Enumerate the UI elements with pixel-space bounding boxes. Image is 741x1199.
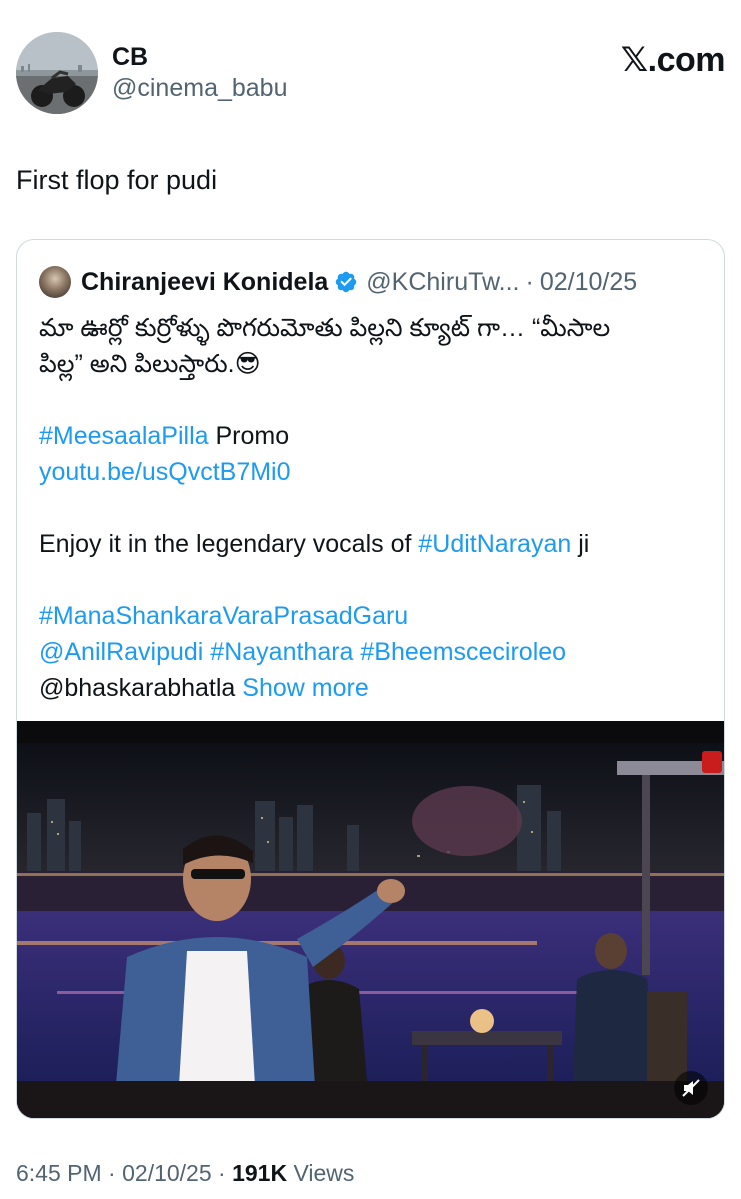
quoted-author-handle[interactable]: @KChiruTw... [366, 268, 519, 297]
author-avatar[interactable] [16, 32, 98, 114]
volume-muted-icon[interactable] [674, 1071, 708, 1105]
quoted-tweet-body: మా ఊర్లో కుర్రోళ్ళు పొగరుమోతు పిల్లని క్… [39, 310, 709, 706]
quoted-author-avatar[interactable] [39, 266, 71, 298]
verified-badge-icon [336, 271, 357, 293]
sunglasses-emoji-icon: 😎 [234, 350, 261, 378]
enjoy-suffix: ji [571, 530, 590, 558]
video-thumbnail[interactable] [17, 721, 724, 1118]
tweet-time[interactable]: 6:45 PM [16, 1160, 102, 1186]
meta-separator: · [101, 1160, 123, 1186]
telugu-line-2: పిల్ల” అని పిలుస్తారు. [39, 350, 235, 378]
hashtag-meesaala-pilla[interactable]: #MeesaalaPilla [39, 422, 209, 450]
views-label: Views [287, 1160, 355, 1186]
quoted-tweet-header: Chiranjeevi Konidela @KChiruTw... · 02/1… [39, 266, 637, 298]
quoted-tweet-card[interactable]: Chiranjeevi Konidela @KChiruTw... · 02/1… [16, 239, 725, 1119]
mention-bhaskarabhatla[interactable]: @bhaskarabhatla [39, 674, 235, 702]
tweet-header: CB @cinema_babu 𝕏.com [16, 32, 726, 116]
telugu-line-1: మా ఊర్లో కుర్రోళ్ళు పొగరుమోతు పిల్లని క్… [39, 314, 611, 342]
hashtag-mana-shankara[interactable]: #ManaShankaraVaraPrasadGaru [39, 602, 408, 630]
tweet-metadata: 6:45 PM · 02/10/25 · 191K Views [16, 1160, 354, 1187]
x-logo-icon: 𝕏 [620, 40, 648, 80]
hashtag-bheems[interactable]: #Bheemsceciroleo [360, 638, 566, 666]
x-com-logo: 𝕏.com [620, 40, 726, 80]
meta-separator: · [211, 1160, 233, 1186]
quoted-author-name[interactable]: Chiranjeevi Konidela [81, 268, 328, 297]
hashtag-nayanthara[interactable]: #Nayanthara [210, 638, 353, 666]
video-frame [17, 721, 724, 1118]
mention-anil-ravipudi[interactable]: @AnilRavipudi [39, 638, 203, 666]
hashtag-udit-narayan[interactable]: #UditNarayan [418, 530, 571, 558]
quoted-separator: · [525, 267, 534, 296]
views-count[interactable]: 191K [232, 1160, 287, 1186]
tweet-date[interactable]: 02/10/25 [122, 1160, 212, 1186]
author-handle[interactable]: @cinema_babu [112, 72, 288, 104]
promo-text: Promo [208, 422, 290, 450]
youtube-link[interactable]: youtu.be/usQvctB7Mi0 [39, 458, 291, 486]
enjoy-text: Enjoy it in the legendary vocals of [39, 530, 419, 558]
tweet-text: First flop for pudi [16, 165, 218, 195]
x-logo-suffix: .com [647, 41, 726, 79]
show-more-link[interactable]: Show more [242, 674, 368, 702]
author-display-name[interactable]: CB [112, 42, 288, 72]
quoted-date[interactable]: 02/10/25 [540, 268, 637, 297]
